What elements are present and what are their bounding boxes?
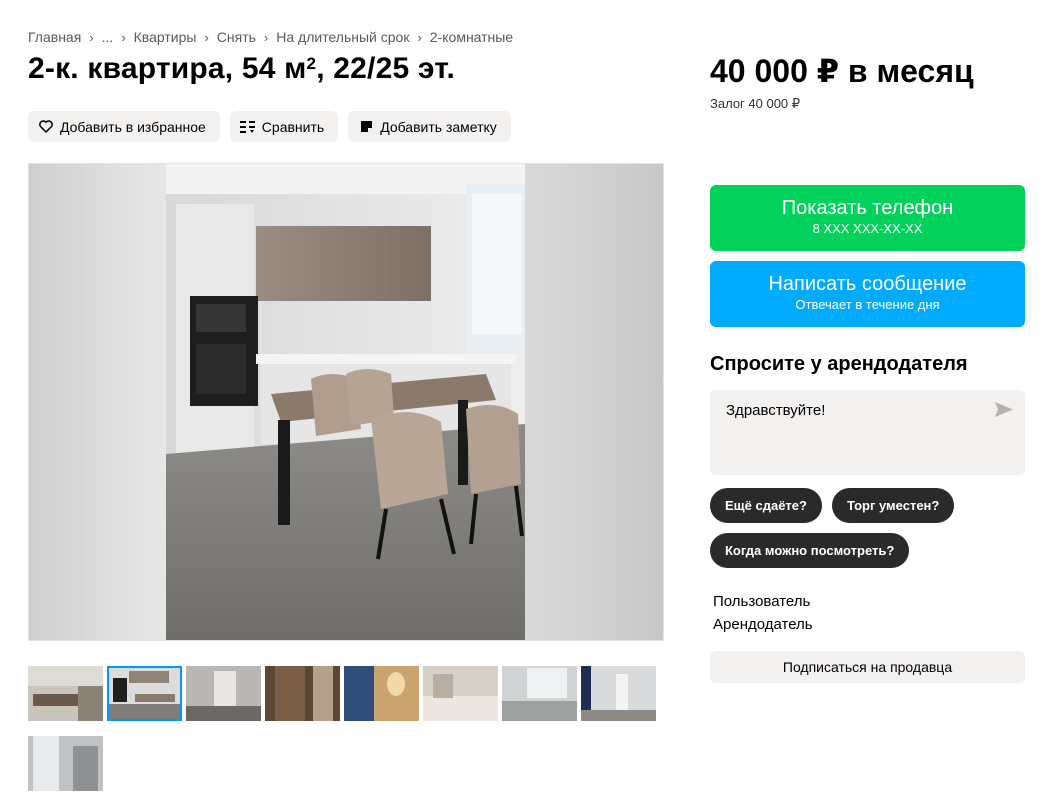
chevron-right-icon: › <box>121 29 126 45</box>
breadcrumb-home[interactable]: Главная <box>28 29 81 45</box>
title-main: 2-к. квартира, 54 м <box>28 52 307 85</box>
photo-thumbnail[interactable] <box>28 736 103 791</box>
quick-questions: Ещё сдаёте? Торг уместен? Когда можно по… <box>710 488 1030 568</box>
photo-thumbnail[interactable] <box>581 666 656 721</box>
main-photo[interactable] <box>28 163 664 641</box>
quick-question-chip[interactable]: Когда можно посмотреть? <box>710 533 910 568</box>
photo-thumbnail[interactable] <box>265 666 340 721</box>
masked-phone: 8 XXX XXX-XX-XX <box>812 221 923 236</box>
response-time: Отвечает в течение дня <box>795 297 940 312</box>
photo-thumbnail[interactable] <box>423 666 498 721</box>
title-tail: , 22/25 эт. <box>316 52 456 85</box>
breadcrumb-ellipsis[interactable]: ... <box>102 29 114 45</box>
chevron-right-icon: › <box>89 29 94 45</box>
compare-label: Сравнить <box>261 118 325 135</box>
photo-thumbnail[interactable] <box>186 666 261 721</box>
listing-actions: Добавить в избранное Сравнить Добавить з… <box>28 111 511 142</box>
photo-thumbnail[interactable] <box>502 666 577 721</box>
message-input-value: Здравствуйте! <box>726 402 826 419</box>
price: 40 000 ₽ в месяц <box>710 53 974 89</box>
kitchen-photo <box>166 164 525 640</box>
add-note-label: Добавить заметку <box>380 118 497 135</box>
add-note-button[interactable]: Добавить заметку <box>348 111 511 142</box>
write-message-label: Написать сообщение <box>768 273 967 295</box>
seller-type[interactable]: Пользователь <box>713 593 810 610</box>
photo-thumbnail-active[interactable] <box>107 666 182 721</box>
ask-landlord-title: Спросите у арендодателя <box>710 353 968 375</box>
photo-thumbnails <box>28 666 668 791</box>
subscribe-seller-button[interactable]: Подписаться на продавца <box>710 651 1025 683</box>
send-icon[interactable] <box>995 402 1015 418</box>
write-message-button[interactable]: Написать сообщение Отвечает в течение дн… <box>710 261 1025 327</box>
chevron-right-icon: › <box>204 29 209 45</box>
breadcrumb-apartments[interactable]: Квартиры <box>134 29 197 45</box>
photo-thumbnail[interactable] <box>28 666 103 721</box>
chevron-right-icon: › <box>263 29 269 45</box>
chevron-right-icon: › <box>417 29 422 45</box>
breadcrumb-two-room[interactable]: 2-комнатные <box>430 29 513 45</box>
heart-icon <box>38 119 54 135</box>
title-sup: 2 <box>306 54 317 73</box>
compare-button[interactable]: Сравнить <box>229 111 339 142</box>
note-icon <box>358 119 374 135</box>
breadcrumb-rent[interactable]: Снять <box>217 29 256 45</box>
compare-icon <box>239 119 256 135</box>
breadcrumb-long-term[interactable]: На длительный срок <box>276 29 409 45</box>
add-to-favorites-button[interactable]: Добавить в избранное <box>28 111 220 142</box>
quick-question-chip[interactable]: Торг уместен? <box>831 488 955 523</box>
seller-role: Арендодатель <box>713 616 813 633</box>
message-input[interactable]: Здравствуйте! <box>710 390 1025 475</box>
show-phone-button[interactable]: Показать телефон 8 XXX XXX-XX-XX <box>710 185 1025 251</box>
add-to-favorites-label: Добавить в избранное <box>60 118 206 135</box>
photo-thumbnail[interactable] <box>344 666 419 721</box>
show-phone-label: Показать телефон <box>781 197 954 219</box>
quick-question-chip[interactable]: Ещё сдаёте? <box>710 488 822 523</box>
breadcrumb: Главная › ... › Квартиры › Снять › На дл… <box>28 29 513 45</box>
page-title: 2-к. квартира, 54 м2, 22/25 эт. <box>28 52 455 86</box>
deposit: Залог 40 000 ₽ <box>710 96 801 111</box>
